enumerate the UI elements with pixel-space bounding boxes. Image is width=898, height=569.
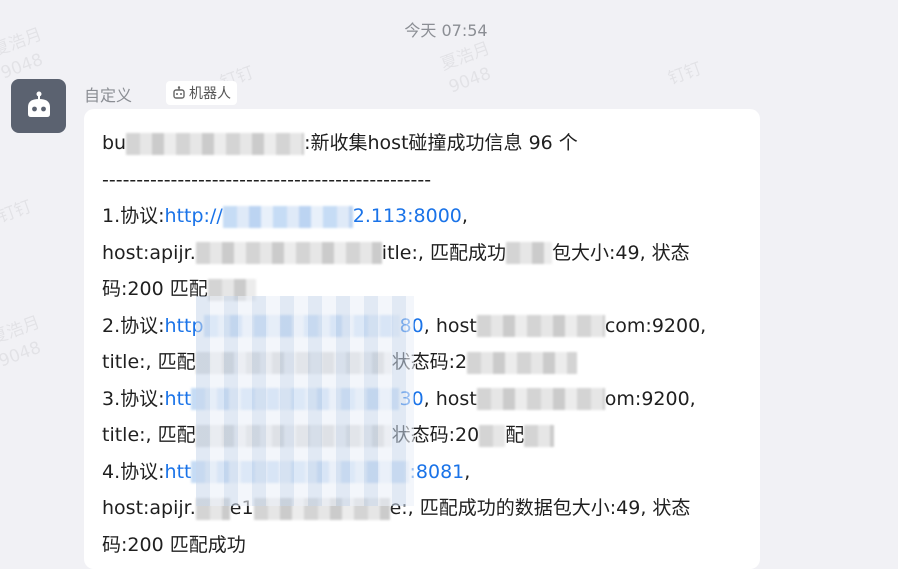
robot-icon bbox=[173, 86, 185, 99]
list-item: 3.协议:htt 30, host om:9200, bbox=[102, 387, 696, 410]
link[interactable]: 30 bbox=[399, 388, 423, 410]
list-item: 1.协议:http://2.113:8000, bbox=[102, 205, 468, 228]
link[interactable]: 2.113:8000 bbox=[353, 205, 462, 227]
message-bubble[interactable]: bu:新收集host碰撞成功信息 96 个 ------------------… bbox=[84, 109, 760, 569]
list-item: 码:200 匹配成功 bbox=[102, 533, 246, 556]
list-item: 4.协议:htt:8081, bbox=[102, 460, 471, 483]
list-item: host:apijr. itle:, 匹配成功 包大小:49, 状态 bbox=[102, 241, 690, 264]
message-text: bu:新收集host碰撞成功信息 96 个 ------------------… bbox=[102, 125, 742, 563]
message-timestamp: 今天 07:54 bbox=[404, 21, 488, 40]
watermark: 夏浩月 9048 bbox=[0, 312, 44, 372]
watermark: 钉钉 bbox=[665, 58, 705, 90]
link[interactable]: http:// bbox=[165, 205, 223, 227]
message-title: bu:新收集host碰撞成功信息 96 个 bbox=[102, 132, 578, 155]
link[interactable]: http bbox=[165, 315, 204, 337]
sender-name[interactable]: 自定义 bbox=[84, 82, 132, 106]
link[interactable]: htt bbox=[165, 388, 192, 410]
avatar[interactable] bbox=[11, 79, 66, 133]
robot-badge: 机器人 bbox=[166, 81, 237, 105]
watermark: 钉钉 bbox=[0, 196, 35, 228]
list-item: host:apijr. e1 e:, 匹配成功的数据包大小:49, 状态 bbox=[102, 497, 691, 520]
watermark: 夏浩月 9048 bbox=[438, 38, 494, 98]
list-item: 2.协议:http 80, host com:9200, bbox=[102, 314, 707, 337]
list-item: 码:200 匹配 bbox=[102, 271, 742, 308]
robot-badge-label: 机器人 bbox=[189, 86, 231, 102]
separator: ----------------------------------------… bbox=[102, 168, 432, 191]
link[interactable]: htt bbox=[165, 461, 192, 483]
list-item: title:, 匹配 状态码:2 bbox=[102, 344, 742, 381]
link[interactable]: :8081 bbox=[409, 461, 464, 483]
link[interactable]: 80 bbox=[400, 315, 424, 337]
list-item: title:, 匹配 状态码:20 配 bbox=[102, 417, 742, 454]
robot-icon bbox=[27, 91, 50, 117]
